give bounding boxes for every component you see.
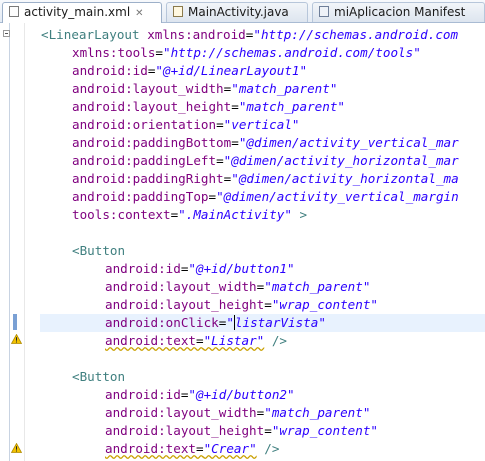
code-line-11: tools:context=".MainActivity" > — [72, 207, 308, 222]
collapse-icon[interactable] — [3, 30, 10, 37]
code-line-5: android:layout_height="match_parent" — [72, 99, 345, 114]
code-line-22: android:layout_width="match_parent" — [105, 405, 371, 420]
tab-manifest[interactable]: miAplicacion Manifest — [312, 2, 485, 22]
code-line-13: <Button — [72, 243, 126, 258]
xml-code-editor[interactable]: <LinearLayout xmlns:android="http://sche… — [25, 23, 485, 461]
code-line-10: android:paddingTop="@dimen/activity_vert… — [72, 189, 459, 204]
tab-label: activity_main.xml — [24, 5, 131, 19]
code-line-18: android:text="Listar" /> — [105, 333, 288, 348]
code-line-8: android:paddingLeft="@dimen/activity_hor… — [72, 153, 459, 168]
code-line-21: android:id="@+id/button2" — [105, 387, 295, 402]
code-line-23: android:layout_height="wrap_content" — [105, 423, 378, 438]
code-line-24: android:text="Crear" /> — [105, 441, 280, 456]
warning-icon — [11, 334, 22, 344]
tab-mainactivity-java[interactable]: MainActivity.java — [166, 2, 308, 22]
code-line-14: android:id="@+id/button1" — [105, 261, 295, 276]
code-line-16: android:layout_height="wrap_content" — [105, 297, 378, 312]
tab-activity-main-xml[interactable]: activity_main.xml ✕ — [2, 2, 162, 23]
close-icon[interactable]: ✕ — [135, 8, 143, 19]
gutter-divider — [9, 23, 10, 461]
code-line-7: android:paddingBottom="@dimen/activity_v… — [72, 135, 459, 150]
tab-label: miAplicacion Manifest — [334, 5, 466, 19]
code-line-15: android:layout_width="match_parent" — [105, 279, 371, 294]
code-line-1: <LinearLayout xmlns:android="http://sche… — [41, 27, 459, 42]
code-line-2: xmlns:tools="http://schemas.android.com/… — [72, 45, 421, 60]
java-file-icon — [173, 6, 183, 17]
code-line-6: android:orientation="vertical" — [72, 117, 300, 132]
code-line-17: android:onClick="listarVista" — [105, 315, 326, 330]
code-line-20: <Button — [72, 369, 126, 384]
code-line-3: android:id="@+id/LinearLayout1" — [72, 63, 308, 78]
code-line-9: android:paddingRight="@dimen/activity_ho… — [72, 171, 459, 186]
code-line-4: android:layout_width="match_parent" — [72, 81, 338, 96]
editor-tab-bar: activity_main.xml ✕ MainActivity.java miA… — [0, 0, 485, 23]
xml-file-icon — [9, 6, 19, 17]
warning-icon — [11, 443, 22, 453]
manifest-file-icon — [319, 6, 329, 17]
editor-gutter — [0, 23, 25, 461]
tab-label: MainActivity.java — [188, 5, 289, 19]
bookmark-icon — [13, 314, 17, 330]
text-cursor-position: listarVista" — [233, 315, 326, 330]
